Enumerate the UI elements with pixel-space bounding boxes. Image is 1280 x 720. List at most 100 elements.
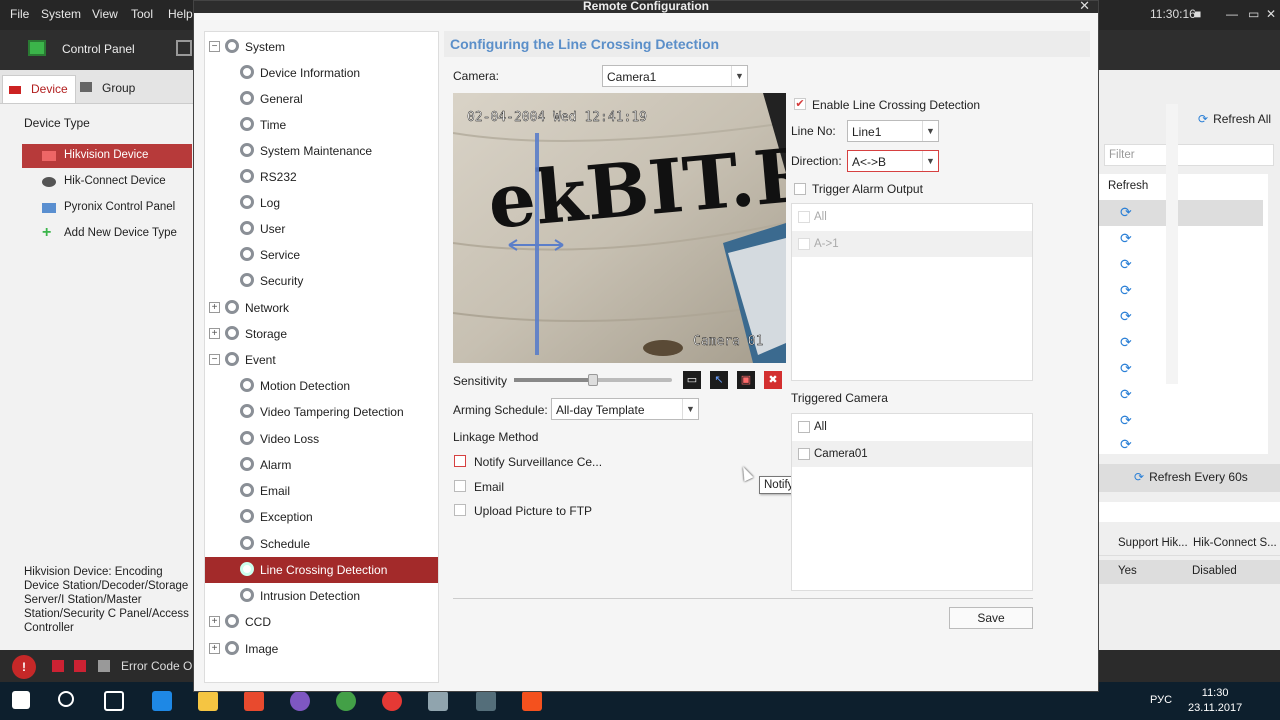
refresh-icon[interactable]: ⟳ — [1120, 334, 1132, 351]
tree-node-video-tampering[interactable]: Video Tampering Detection — [207, 399, 437, 425]
enable-line-crossing-checkbox[interactable]: ✔ — [794, 98, 806, 110]
collapse-icon[interactable]: − — [209, 41, 220, 52]
event-icon[interactable] — [74, 660, 86, 672]
language-indicator[interactable]: РУС — [1150, 694, 1172, 706]
menu-help[interactable]: Help — [168, 7, 193, 21]
menu-tool[interactable]: Tool — [131, 7, 153, 21]
refresh-icon[interactable]: ⟳ — [1120, 386, 1132, 403]
refresh-icon[interactable]: ⟳ — [1120, 256, 1132, 273]
restore-icon[interactable]: ▭ — [1248, 7, 1259, 21]
select-line-icon[interactable]: ↖ — [710, 371, 728, 389]
list-item[interactable]: ⟳ — [1098, 226, 1263, 252]
control-panel-icon[interactable] — [28, 40, 46, 56]
tree-node-device-information[interactable]: Device Information — [207, 60, 437, 86]
sensitivity-slider[interactable] — [514, 374, 672, 386]
search-icon[interactable] — [58, 691, 74, 707]
tree-node-system[interactable]: − System — [207, 34, 437, 60]
tree-node-log[interactable]: Log — [207, 190, 437, 216]
tree-node-video-loss[interactable]: Video Loss — [207, 426, 437, 452]
explorer-icon[interactable] — [198, 691, 218, 711]
tree-node-image[interactable]: + Image — [207, 636, 437, 662]
list-item[interactable]: All — [792, 204, 1032, 230]
speaker-icon[interactable] — [98, 660, 110, 672]
ivms-icon[interactable] — [476, 691, 496, 711]
camera01-checkbox[interactable] — [798, 448, 810, 460]
tree-node-schedule[interactable]: Schedule — [207, 531, 437, 557]
menu-view[interactable]: View — [92, 7, 118, 21]
windows-start-icon[interactable] — [12, 691, 30, 709]
chrome-icon[interactable] — [336, 691, 356, 711]
tree-node-email[interactable]: Email — [207, 478, 437, 504]
list-item[interactable]: ⟳ — [1098, 252, 1263, 278]
scrollbar[interactable] — [1166, 104, 1178, 384]
camera-all-checkbox[interactable] — [798, 421, 810, 433]
refresh-icon[interactable]: ⟳ — [1120, 282, 1132, 299]
tree-node-network[interactable]: + Network — [207, 295, 437, 321]
refresh-all-button[interactable]: ⟳ Refresh All — [1198, 112, 1271, 126]
app-icon[interactable] — [428, 691, 448, 711]
task-view-icon[interactable] — [104, 691, 124, 711]
list-item[interactable]: A->1 — [792, 231, 1032, 257]
refresh-icon[interactable]: ⟳ — [1120, 204, 1132, 221]
list-item[interactable]: ⟳ — [1098, 382, 1263, 408]
tree-node-time[interactable]: Time — [207, 112, 437, 138]
notify-surveillance-checkbox[interactable] — [454, 455, 466, 467]
email-checkbox[interactable] — [454, 480, 466, 492]
refresh-icon[interactable]: ⟳ — [1120, 308, 1132, 325]
menu-file[interactable]: File — [10, 7, 29, 21]
tree-node-general[interactable]: General — [207, 86, 437, 112]
toolbar-icon[interactable] — [176, 40, 192, 56]
table-row[interactable]: Yes Disabled — [1098, 560, 1280, 584]
expand-icon[interactable]: + — [209, 328, 220, 339]
menu-system[interactable]: System — [41, 7, 81, 21]
device-type-hikvision[interactable]: Hikvision Device — [22, 144, 192, 168]
taskbar-clock[interactable]: 11:30 23.11.2017 — [1188, 686, 1242, 716]
column-hik-connect[interactable]: Hik-Connect S... — [1193, 537, 1277, 549]
close-icon[interactable]: ✕ — [1079, 0, 1090, 14]
recorder-icon[interactable] — [522, 691, 542, 711]
tree-node-line-crossing-detection[interactable]: Line Crossing Detection — [205, 557, 438, 583]
add-device-type[interactable]: + Add New Device Type — [22, 222, 192, 246]
tree-node-exception[interactable]: Exception — [207, 504, 437, 530]
tree-node-security[interactable]: Security — [207, 268, 437, 294]
tab-device[interactable]: Device — [2, 75, 76, 103]
tree-node-system-maintenance[interactable]: System Maintenance — [207, 138, 437, 164]
list-item[interactable]: Camera01 — [792, 441, 1032, 467]
trigger-alarm-checkbox[interactable] — [794, 183, 806, 195]
collapse-icon[interactable]: − — [209, 354, 220, 365]
expand-icon[interactable]: + — [209, 302, 220, 313]
stop-drawing-icon[interactable]: ▣ — [737, 371, 755, 389]
tree-node-storage[interactable]: + Storage — [207, 321, 437, 347]
filter-input[interactable]: Filter — [1104, 144, 1274, 166]
expand-icon[interactable]: + — [209, 616, 220, 627]
list-item[interactable]: All — [792, 414, 1032, 440]
refresh-icon[interactable]: ⟳ — [1120, 360, 1132, 377]
store-icon[interactable] — [244, 691, 264, 711]
list-item[interactable]: ⟳ — [1098, 278, 1263, 304]
device-type-hik-connect[interactable]: Hik-Connect Device — [22, 170, 192, 194]
viber-icon[interactable] — [290, 691, 310, 711]
save-button[interactable]: Save — [949, 607, 1033, 629]
list-item[interactable]: ⟳ — [1098, 304, 1263, 330]
video-preview[interactable]: ekBIT.RU 02-04-2004 Wed 12:41:19 Camera … — [453, 93, 786, 363]
direction-select[interactable]: A<->B ▼ — [847, 150, 939, 172]
refresh-every-button[interactable]: ⟳ Refresh Every 60s — [1098, 464, 1280, 492]
tree-node-alarm[interactable]: Alarm — [207, 452, 437, 478]
close-app-icon[interactable]: ✕ — [1266, 7, 1276, 21]
list-item[interactable]: ⟳ — [1098, 330, 1263, 356]
column-support[interactable]: Support Hik... — [1118, 537, 1188, 549]
tree-node-service[interactable]: Service — [207, 242, 437, 268]
tree-node-event[interactable]: − Event — [207, 347, 437, 373]
refresh-icon[interactable]: ⟳ — [1120, 230, 1132, 247]
edge-icon[interactable] — [152, 691, 172, 711]
chrome-2-icon[interactable] — [382, 691, 402, 711]
device-type-pyronix[interactable]: Pyronix Control Panel — [22, 196, 192, 220]
tree-node-user[interactable]: User — [207, 216, 437, 242]
draw-line-icon[interactable]: ▭ — [683, 371, 701, 389]
delete-icon[interactable]: ✖ — [764, 371, 782, 389]
list-item[interactable]: ⟳ — [1098, 432, 1263, 458]
warning-icon[interactable]: ! — [12, 655, 36, 679]
expand-icon[interactable]: + — [209, 643, 220, 654]
tree-node-motion-detection[interactable]: Motion Detection — [207, 373, 437, 399]
list-item[interactable]: ⟳ — [1098, 356, 1263, 382]
